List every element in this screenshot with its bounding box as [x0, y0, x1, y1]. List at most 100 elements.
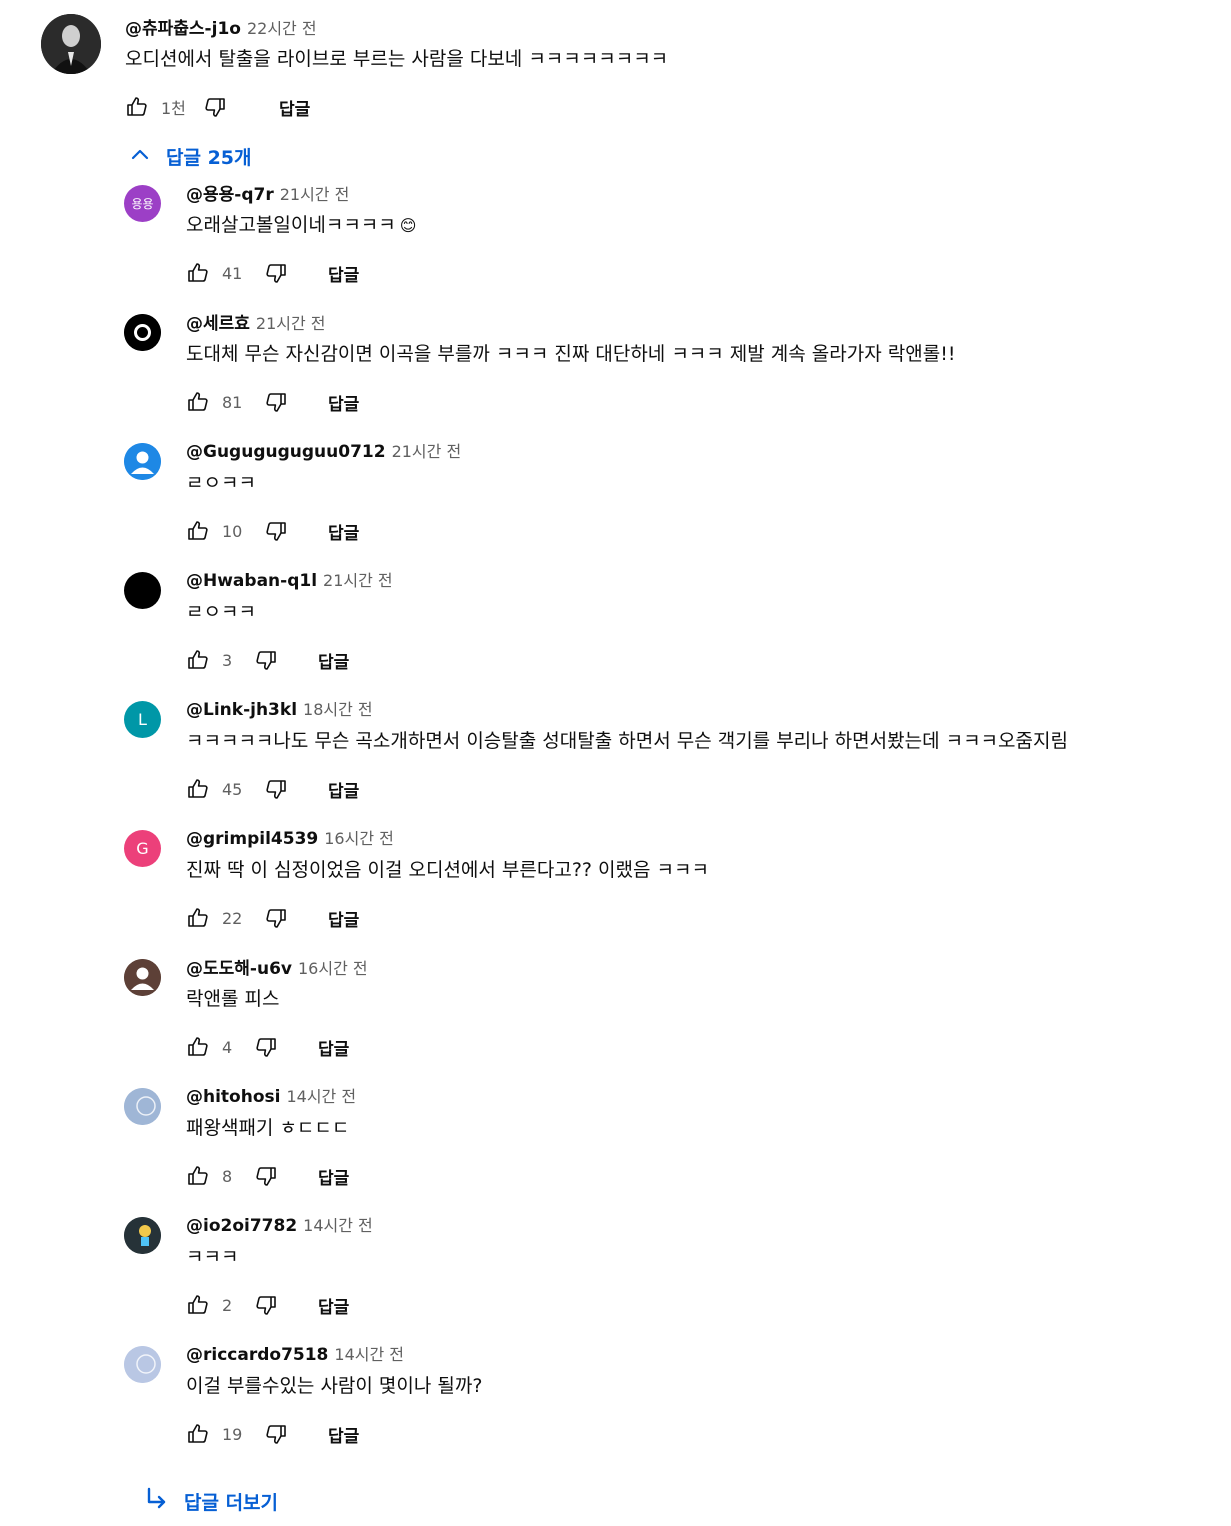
- like-icon[interactable]: [186, 390, 210, 414]
- author-name[interactable]: @Link-jh3kl: [186, 700, 297, 720]
- like-count: 3: [222, 650, 233, 670]
- comment-body: @용용-q7r 21시간 전 오래살고볼일이네ㅋㅋㅋㅋ 😊 41 답글: [186, 180, 1216, 288]
- dislike-icon[interactable]: [264, 390, 288, 414]
- reply-comment: @Hwaban-q1l 21시간 전 ㄹㅇㅋㅋ 3 답글: [124, 571, 1224, 701]
- reply-comment: @io2oi7782 14시간 전 ㅋㅋㅋ 2 답글: [124, 1216, 1224, 1346]
- dislike-icon[interactable]: [254, 1164, 278, 1188]
- comment-text: ㅋㅋㅋㅋㅋ나도 무슨 곡소개하면서 이승탈출 성대탈출 하면서 무슨 객기를 부…: [186, 730, 1068, 752]
- reply-button[interactable]: 답글: [318, 1035, 349, 1060]
- avatar[interactable]: [124, 1088, 161, 1125]
- reply-button[interactable]: 답글: [328, 1422, 359, 1447]
- author-name[interactable]: @세르효: [186, 309, 250, 334]
- comment-header: @Guguguguguu0712 21시간 전: [186, 438, 1216, 464]
- author-name[interactable]: @riccardo7518: [186, 1345, 328, 1365]
- comment-time[interactable]: 14시간 전: [303, 1212, 373, 1236]
- reply-arrow-icon: [144, 1486, 170, 1517]
- comment-body: @Guguguguguu0712 21시간 전 ㄹㅇㅋㅋ 10 답글: [186, 438, 1216, 546]
- reply-button[interactable]: 답글: [318, 648, 349, 673]
- comment-body: @hitohosi 14시간 전 패왕색패기 ㅎㄷㄷㄷ 8 답글: [186, 1083, 1216, 1191]
- author-name[interactable]: @io2oi7782: [186, 1216, 297, 1236]
- like-count: 22: [222, 908, 243, 928]
- dislike-icon[interactable]: [254, 1293, 278, 1317]
- like-icon[interactable]: [186, 1422, 210, 1446]
- comment-text: 도대체 무슨 자신감이면 이곡을 부를까 ㅋㅋㅋ 진짜 대단하네 ㅋㅋㅋ 제발 …: [186, 343, 956, 365]
- avatar[interactable]: [124, 1346, 161, 1383]
- dislike-icon[interactable]: [254, 648, 278, 672]
- reply-comment: @세르효 21시간 전 도대체 무슨 자신감이면 이곡을 부를까 ㅋㅋㅋ 진짜 …: [124, 314, 1224, 443]
- like-count: 2: [222, 1295, 233, 1315]
- comment-body: @Link-jh3kl 18시간 전 ㅋㅋㅋㅋㅋ나도 무슨 곡소개하면서 이승탈…: [186, 696, 1216, 804]
- comment-text: 오디션에서 탈출을 라이브로 부르는 사람을 다보네 ㅋㅋㅋㅋㅋㅋㅋㅋ: [125, 48, 669, 70]
- avatar[interactable]: [124, 443, 161, 480]
- default-user-icon: [124, 443, 161, 480]
- avatar[interactable]: G: [124, 830, 161, 867]
- avatar[interactable]: 용용: [124, 185, 161, 222]
- dislike-icon[interactable]: [264, 1422, 288, 1446]
- avatar-photo-icon: [41, 14, 101, 74]
- replies-toggle-button[interactable]: 답글 25개: [128, 142, 252, 171]
- avatar-initial: L: [138, 710, 147, 729]
- author-name[interactable]: @츄파춥스-j1o: [125, 14, 241, 39]
- comment-time[interactable]: 18시간 전: [303, 696, 373, 720]
- dislike-icon[interactable]: [264, 519, 288, 543]
- like-icon[interactable]: [186, 1035, 210, 1059]
- more-replies-button[interactable]: 답글 더보기: [144, 1486, 278, 1517]
- comment-body: @Hwaban-q1l 21시간 전 ㄹㅇㅋㅋ 3 답글: [186, 567, 1216, 675]
- comment-text: ㅋㅋㅋ: [186, 1246, 239, 1268]
- like-count: 81: [222, 392, 243, 412]
- author-name[interactable]: @용용-q7r: [186, 180, 274, 205]
- like-icon[interactable]: [186, 1293, 210, 1317]
- author-name[interactable]: @hitohosi: [186, 1087, 280, 1107]
- avatar[interactable]: [124, 959, 161, 996]
- reply-button[interactable]: 답글: [279, 95, 310, 120]
- reply-button[interactable]: 답글: [328, 519, 359, 544]
- comment-time[interactable]: 21시간 전: [392, 438, 462, 462]
- reply-button[interactable]: 답글: [328, 261, 359, 286]
- reply-button[interactable]: 답글: [318, 1164, 349, 1189]
- comment-time[interactable]: 16시간 전: [324, 825, 394, 849]
- like-icon[interactable]: [186, 1164, 210, 1188]
- comment-time[interactable]: 16시간 전: [298, 955, 368, 979]
- author-name[interactable]: @Hwaban-q1l: [186, 571, 317, 591]
- comment-header: @Hwaban-q1l 21시간 전: [186, 567, 1216, 593]
- comment-time[interactable]: 22시간 전: [247, 15, 317, 39]
- comment-time[interactable]: 21시간 전: [323, 567, 393, 591]
- reply-comment: @hitohosi 14시간 전 패왕색패기 ㅎㄷㄷㄷ 8 답글: [124, 1087, 1224, 1217]
- like-icon[interactable]: [186, 777, 210, 801]
- chevron-up-icon: [128, 142, 152, 171]
- like-icon[interactable]: [186, 648, 210, 672]
- like-icon[interactable]: [186, 519, 210, 543]
- reply-button[interactable]: 답글: [328, 906, 359, 931]
- avatar[interactable]: L: [124, 701, 161, 738]
- like-count: 8: [222, 1166, 233, 1186]
- comment-time[interactable]: 21시간 전: [256, 310, 326, 334]
- like-icon[interactable]: [125, 95, 149, 119]
- comment-header: @riccardo7518 14시간 전: [186, 1341, 1216, 1367]
- like-icon[interactable]: [186, 906, 210, 930]
- comment-actions: 4 답글: [186, 1032, 1216, 1062]
- dislike-icon[interactable]: [264, 906, 288, 930]
- avatar[interactable]: [41, 14, 101, 74]
- comment-body: @츄파춥스-j1o 22시간 전 오디션에서 탈출을 라이브로 부르는 사람을 …: [125, 14, 1215, 122]
- reply-button[interactable]: 답글: [328, 777, 359, 802]
- reply-button[interactable]: 답글: [328, 390, 359, 415]
- reply-comment: L @Link-jh3kl 18시간 전 ㅋㅋㅋㅋㅋ나도 무슨 곡소개하면서 이…: [124, 700, 1224, 830]
- reply-button[interactable]: 답글: [318, 1293, 349, 1318]
- dislike-icon[interactable]: [264, 777, 288, 801]
- author-name[interactable]: @grimpil4539: [186, 829, 318, 849]
- comment-time[interactable]: 21시간 전: [280, 181, 350, 205]
- avatar[interactable]: [124, 572, 161, 609]
- like-icon[interactable]: [186, 261, 210, 285]
- comment-time[interactable]: 14시간 전: [334, 1341, 404, 1365]
- author-name[interactable]: @Guguguguguu0712: [186, 442, 386, 462]
- comment-text: 락앤롤 피스: [186, 988, 280, 1010]
- avatar[interactable]: [124, 314, 161, 351]
- dislike-icon[interactable]: [254, 1035, 278, 1059]
- photo-avatar-icon: [124, 1088, 161, 1125]
- comment-time[interactable]: 14시간 전: [286, 1083, 356, 1107]
- dislike-icon[interactable]: [264, 261, 288, 285]
- dislike-icon[interactable]: [203, 95, 227, 119]
- like-count: 10: [222, 521, 243, 541]
- avatar[interactable]: [124, 1217, 161, 1254]
- author-name[interactable]: @도도해-u6v: [186, 954, 292, 979]
